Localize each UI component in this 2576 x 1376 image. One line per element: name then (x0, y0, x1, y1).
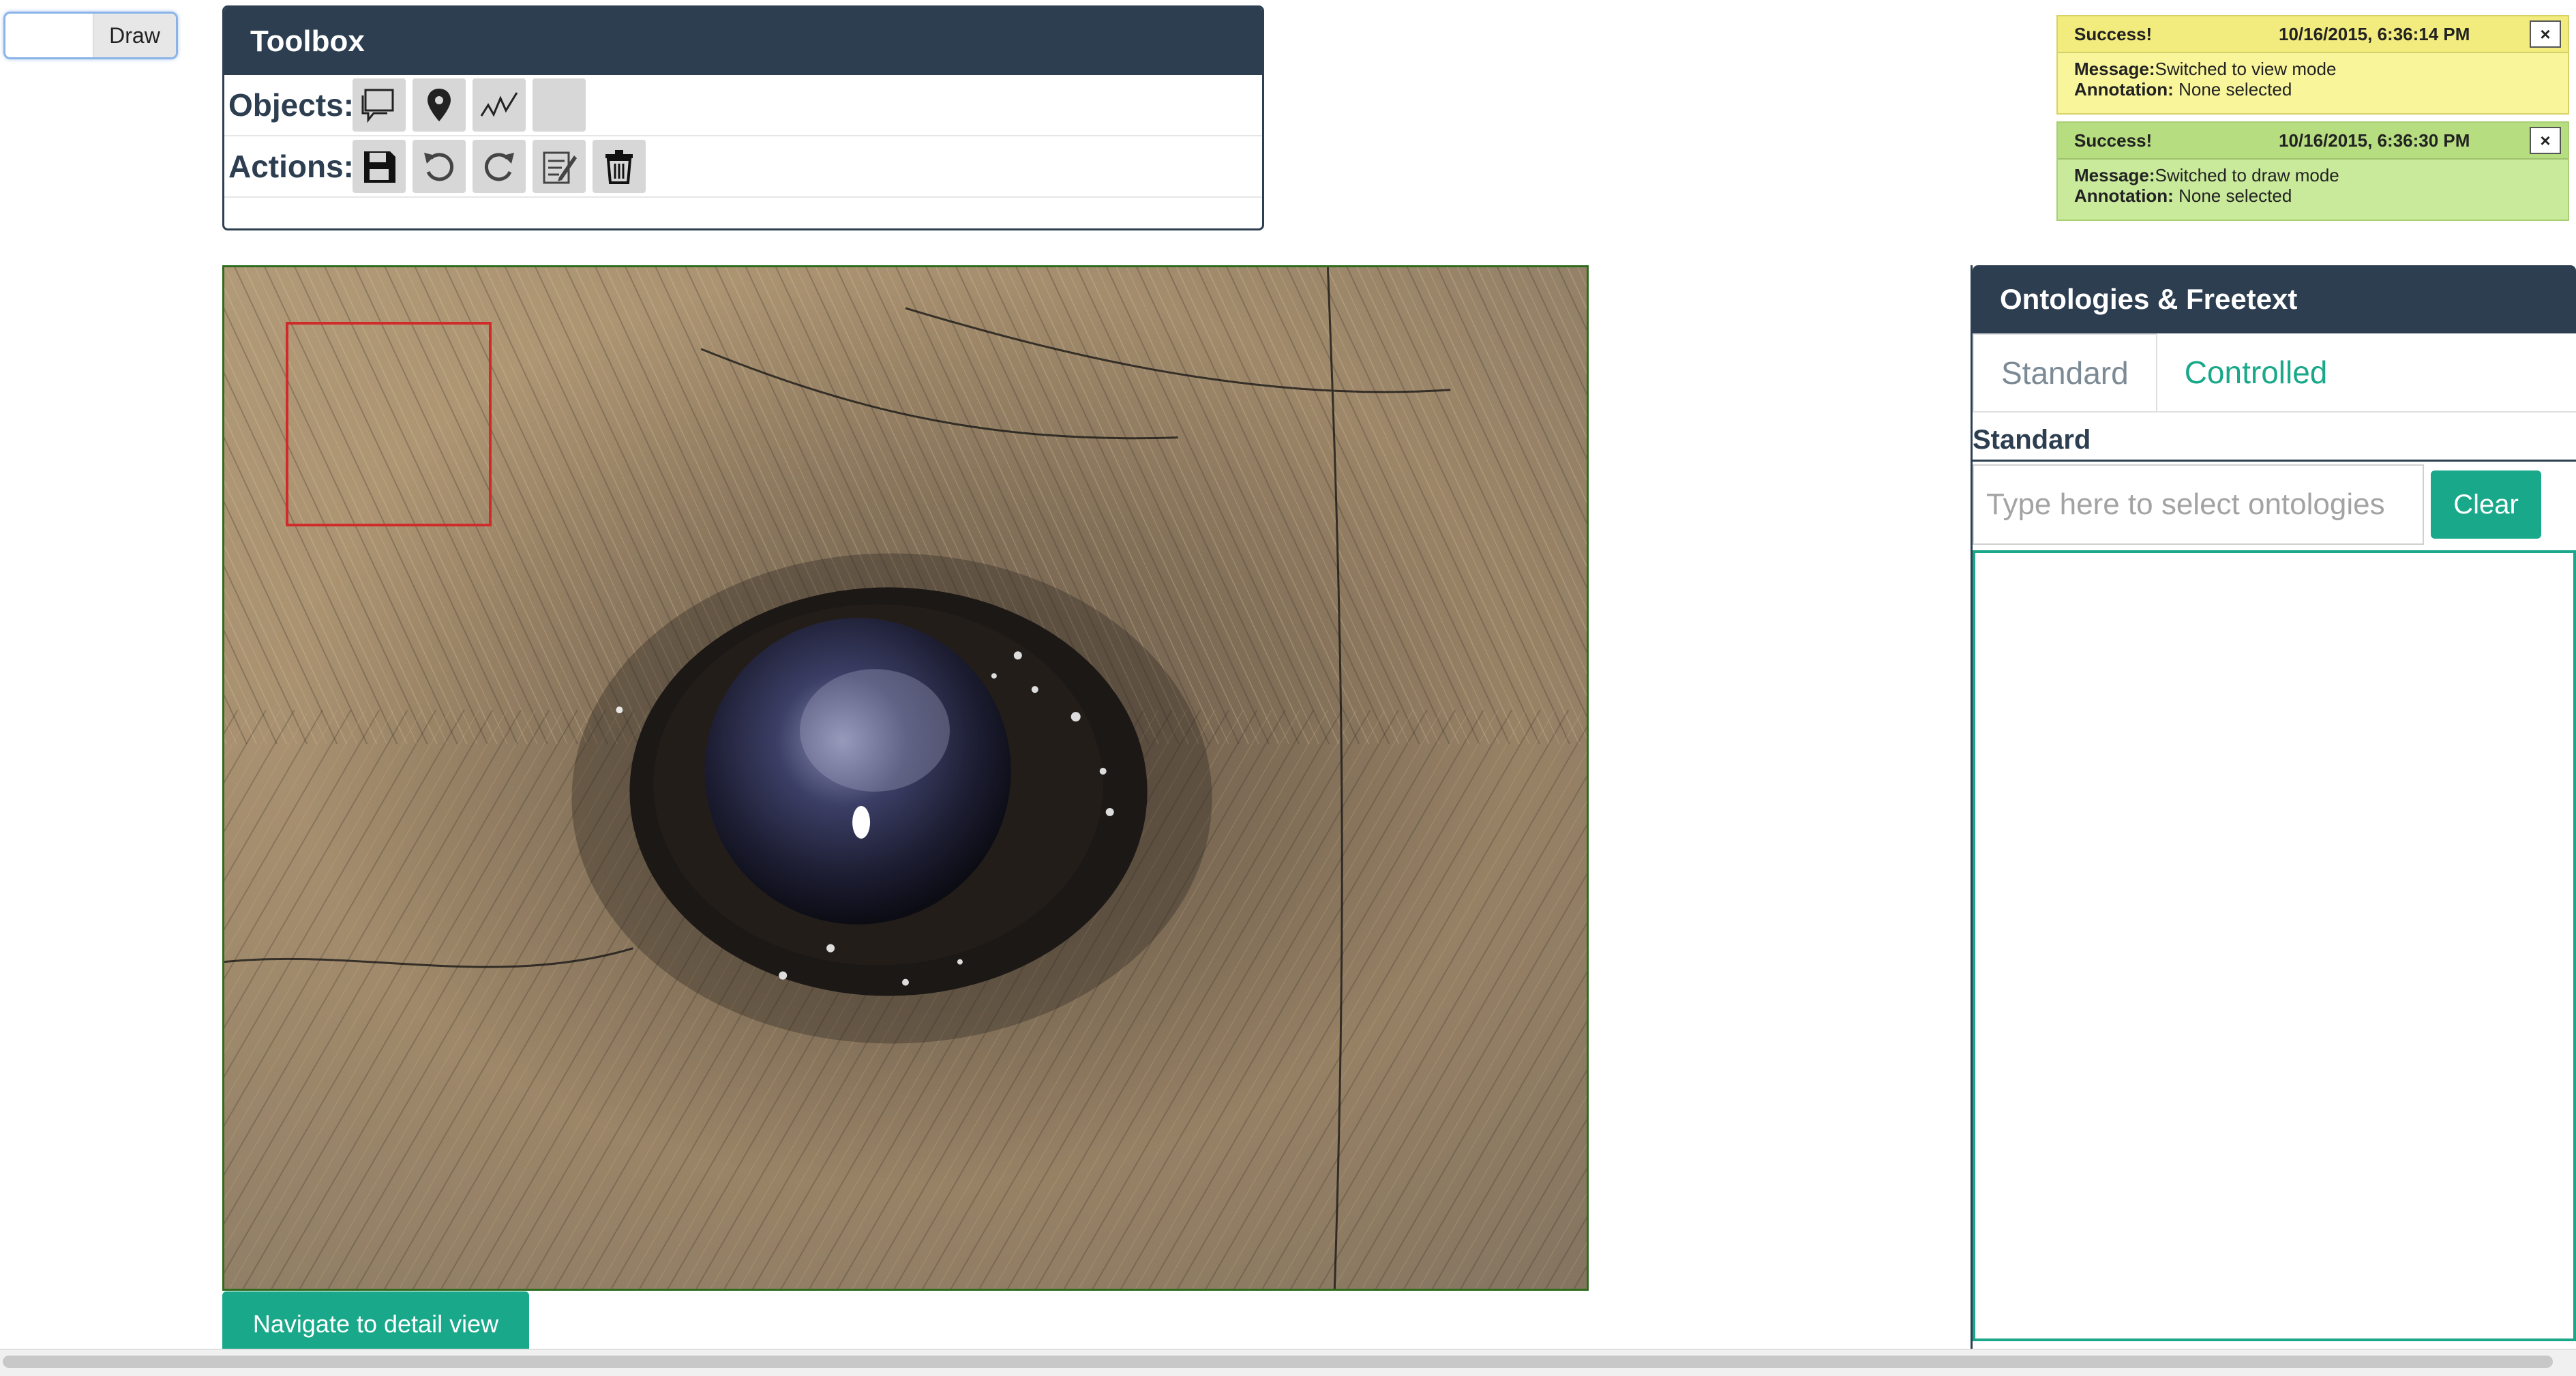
message-label: Message: (2074, 59, 2155, 79)
toolbox-title: Toolbox (224, 8, 1262, 75)
view-mode-option[interactable] (5, 14, 93, 57)
comment-box-icon[interactable] (353, 78, 406, 132)
mode-toggle[interactable]: Draw (3, 12, 178, 59)
notification-annotation: None selected (2178, 185, 2292, 206)
polyline-icon[interactable] (473, 78, 526, 132)
navigate-detail-button[interactable]: Navigate to detail view (222, 1291, 529, 1357)
trash-icon[interactable] (593, 140, 646, 193)
ontology-results-area[interactable] (1973, 550, 2576, 1341)
ontologies-panel: Ontologies & Freetext Standard Controlle… (1971, 265, 2576, 1349)
actions-row: Actions: (224, 136, 1262, 198)
draw-mode-option[interactable]: Draw (93, 14, 176, 57)
actions-label: Actions: (228, 149, 354, 184)
map-pin-icon[interactable] (413, 78, 466, 132)
annotation-label: Annotation: (2074, 79, 2174, 100)
ontologies-tabs: Standard Controlled (1973, 333, 2576, 413)
save-icon[interactable] (353, 140, 406, 193)
notification-status: Success! (2074, 130, 2153, 151)
toolbox-panel: Toolbox Objects: Actions: (222, 5, 1264, 230)
tab-standard[interactable]: Standard (1973, 333, 2157, 411)
message-label: Message: (2074, 165, 2155, 185)
close-icon[interactable]: × (2530, 127, 2561, 154)
notification-status: Success! (2074, 23, 2153, 44)
objects-row: Objects: (224, 75, 1262, 136)
clear-button[interactable]: Clear (2431, 470, 2541, 539)
scrollbar-thumb[interactable] (3, 1356, 2553, 1368)
notification-message: Switched to view mode (2155, 59, 2337, 79)
notification-message: Switched to draw mode (2155, 165, 2339, 185)
undo-icon[interactable] (413, 140, 466, 193)
objects-label: Objects: (228, 87, 355, 123)
notification-annotation: None selected (2178, 79, 2292, 100)
close-icon[interactable]: × (2530, 20, 2561, 48)
annotation-label: Annotation: (2074, 185, 2174, 206)
edit-note-icon[interactable] (533, 140, 586, 193)
notification-time: 10/16/2015, 6:36:30 PM (2279, 130, 2470, 151)
ontology-search-row: Clear (1973, 462, 2576, 548)
annotation-image-canvas[interactable] (222, 265, 1589, 1291)
annotation-rectangle[interactable] (286, 322, 492, 526)
notification-view-mode: Success! 10/16/2015, 6:36:14 PM × Messag… (2056, 15, 2569, 115)
ontologies-title: Ontologies & Freetext (1973, 265, 2576, 333)
ontology-search-input[interactable] (1973, 464, 2424, 545)
standard-section-title: Standard (1973, 413, 2576, 462)
empty-tool-button[interactable] (533, 78, 586, 132)
redo-icon[interactable] (473, 140, 526, 193)
horizontal-scrollbar[interactable] (0, 1349, 2576, 1376)
notification-time: 10/16/2015, 6:36:14 PM (2279, 23, 2470, 44)
notification-draw-mode: Success! 10/16/2015, 6:36:30 PM × Messag… (2056, 121, 2569, 221)
tab-controlled[interactable]: Controlled (2157, 333, 2355, 411)
